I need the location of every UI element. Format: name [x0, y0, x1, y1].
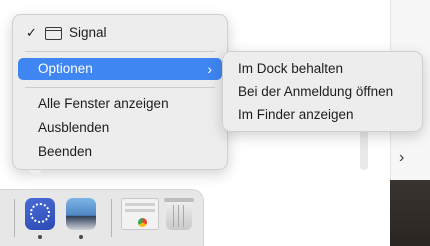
running-indicator [38, 235, 42, 239]
scrollbar[interactable] [360, 130, 368, 170]
trash-icon[interactable] [164, 198, 194, 230]
trash-rim [164, 198, 194, 202]
signal-bubble-icon [30, 203, 50, 223]
thumbnail-bar [125, 203, 155, 206]
menu-item-label: Ausblenden [38, 120, 110, 135]
menu-item-label: Bei der Anmeldung öffnen [238, 84, 394, 99]
submenu-item-keep-in-dock[interactable]: Im Dock behalten [228, 58, 417, 80]
submenu-item-show-in-finder[interactable]: Im Finder anzeigen [228, 104, 417, 126]
preview-app-icon[interactable] [66, 198, 96, 230]
menu-item-hide[interactable]: Ausblenden [18, 117, 222, 139]
menu-item-options[interactable]: Optionen › [18, 58, 222, 80]
menu-pointer [28, 170, 42, 178]
dock-divider [111, 199, 112, 237]
menu-item-label: Alle Fenster anzeigen [38, 96, 169, 111]
menu-separator [25, 87, 215, 88]
menu-item-signal-window[interactable]: ✓ Signal [18, 22, 222, 44]
trash-line [183, 205, 184, 227]
menu-item-quit[interactable]: Beenden [18, 141, 222, 163]
menu-item-label: Im Dock behalten [238, 61, 344, 76]
chevron-right-icon[interactable]: › [399, 150, 413, 166]
menu-item-label: Beenden [38, 144, 93, 159]
thumbnail-bar [125, 209, 155, 212]
options-submenu: Im Dock behalten Bei der Anmeldung öffne… [222, 51, 423, 132]
menu-item-show-all-windows[interactable]: Alle Fenster anzeigen [18, 93, 222, 115]
submenu-item-open-at-login[interactable]: Bei der Anmeldung öffnen [228, 81, 417, 103]
menu-separator [25, 51, 215, 52]
dock-context-menu: ✓ Signal Optionen › Alle Fenster anzeige… [12, 14, 228, 170]
trash-line [178, 205, 179, 227]
window-icon [45, 27, 62, 40]
menu-item-label: Optionen [38, 61, 93, 76]
running-indicator [79, 235, 83, 239]
minimized-window-thumbnail[interactable] [121, 198, 159, 230]
trash-line [173, 205, 174, 227]
chevron-right-icon: › [207, 61, 212, 77]
desktop-wallpaper [390, 180, 430, 246]
chrome-icon [138, 218, 147, 227]
checkmark-icon: ✓ [26, 25, 37, 40]
signal-app-icon[interactable] [25, 198, 55, 230]
menu-item-label: Im Finder anzeigen [238, 107, 354, 122]
dock-divider [14, 199, 15, 237]
